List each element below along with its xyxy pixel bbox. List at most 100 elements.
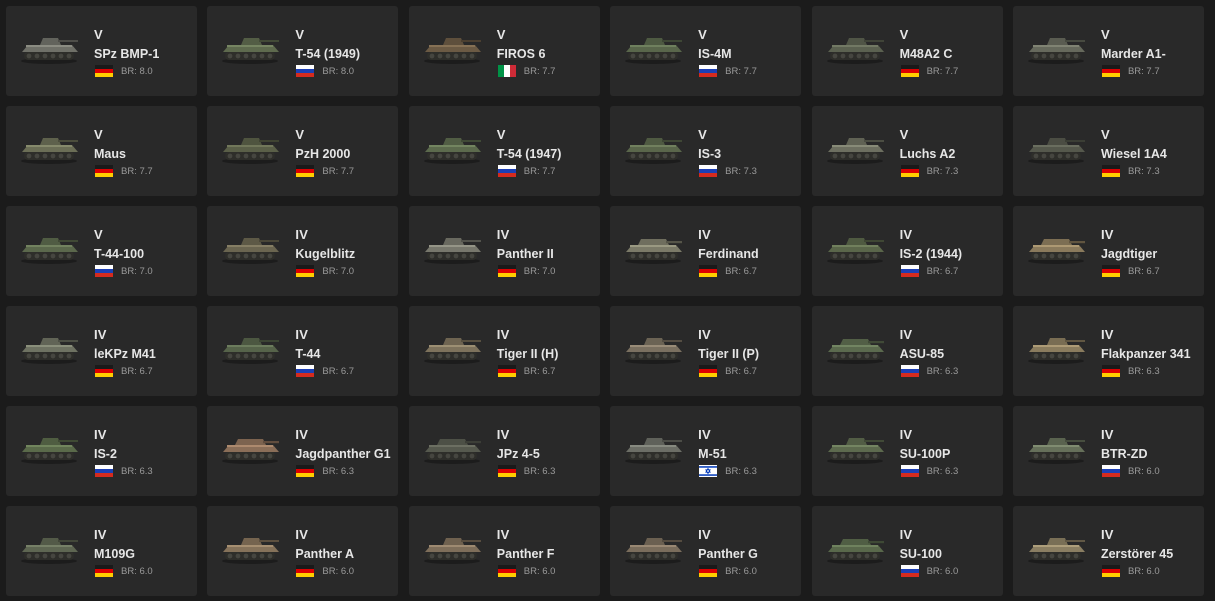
vehicle-card[interactable]: V Maus BR: 7.7 — [6, 106, 197, 196]
tank-icon — [423, 338, 481, 364]
vehicle-name: M-51 — [698, 447, 727, 461]
vehicle-grid: V SPz BMP-1 BR: 8.0 V T-54 (1949) BR: 8.… — [6, 6, 1204, 596]
vehicle-name: IS-4M — [698, 47, 732, 61]
vehicle-card[interactable]: IV Flakpanzer 341 BR: 6.3 — [1012, 306, 1204, 396]
vehicle-card[interactable]: IV Tiger II (H) BR: 6.7 — [408, 306, 600, 396]
tank-icon — [826, 339, 884, 364]
vehicle-card[interactable]: IV IS-2 BR: 6.3 — [6, 406, 197, 496]
vehicle-name: Zerstörer 45 — [1100, 547, 1174, 561]
battle-rating: BR: 7.0 — [523, 266, 556, 277]
vehicle-card[interactable]: IV SU-100P BR: 6.3 — [811, 406, 1003, 496]
battle-rating: BR: 6.3 — [121, 466, 153, 477]
vehicle-name: Jagdtiger — [1100, 247, 1158, 261]
tank-icon — [423, 238, 481, 264]
battle-rating: BR: 7.0 — [322, 266, 355, 277]
vehicle-card[interactable]: IV T-44 BR: 6.7 — [207, 306, 399, 396]
russia-flag-icon — [95, 265, 113, 277]
vehicle-tier: IV — [698, 427, 711, 442]
battle-rating: BR: 8.0 — [121, 66, 153, 77]
russia-flag-icon — [95, 465, 113, 477]
tank-icon — [625, 239, 683, 264]
germany-flag-icon — [296, 165, 315, 177]
vehicle-card[interactable]: IV BTR-ZD BR: 6.0 — [1012, 406, 1204, 496]
vehicle-name: SU-100P — [899, 447, 951, 461]
germany-flag-icon — [95, 65, 113, 77]
battle-rating: BR: 6.3 — [926, 366, 959, 377]
vehicle-name: IS-2 — [94, 447, 117, 461]
vehicle-name: Flakpanzer 341 — [1100, 347, 1191, 361]
russia-flag-icon — [699, 165, 718, 177]
vehicle-card[interactable]: IV M-51 BR: 6.3 — [610, 406, 802, 496]
vehicle-card[interactable]: V IS-4M BR: 7.7 — [610, 6, 802, 96]
vehicle-tier: IV — [295, 227, 309, 242]
vehicle-tier: IV — [295, 327, 309, 342]
vehicle-card[interactable]: IV Ferdinand BR: 6.7 — [610, 206, 802, 296]
vehicle-name: SU-100 — [899, 547, 942, 561]
vehicle-card[interactable]: V IS-3 BR: 7.3 — [610, 106, 802, 196]
vehicle-name: Panther II — [496, 247, 554, 261]
vehicle-tier: IV — [94, 427, 107, 442]
vehicle-card[interactable]: V T-44-100 BR: 7.0 — [6, 206, 197, 296]
tank-icon — [625, 438, 683, 464]
vehicle-name: Tiger II (P) — [698, 347, 760, 361]
battle-rating: BR: 7.3 — [926, 166, 959, 177]
vehicle-name: Wiesel 1A4 — [1100, 147, 1167, 161]
vehicle-tier: IV — [899, 427, 913, 442]
vehicle-card[interactable]: V FIROS 6 BR: 7.7 — [408, 6, 600, 96]
vehicle-card[interactable]: IV Panther F BR: 6.0 — [408, 506, 600, 596]
tank-icon — [222, 538, 280, 564]
vehicle-card[interactable]: IV Jagdtiger BR: 6.7 — [1012, 206, 1204, 296]
vehicle-card[interactable]: V SPz BMP-1 BR: 8.0 — [6, 6, 197, 96]
germany-flag-icon — [900, 65, 919, 77]
vehicle-tier: V — [94, 127, 103, 142]
vehicle-name: M109G — [94, 547, 135, 561]
vehicle-tier: IV — [496, 427, 510, 442]
battle-rating: BR: 7.3 — [725, 166, 757, 177]
tank-icon — [21, 438, 78, 464]
vehicle-card[interactable]: IV Tiger II (P) BR: 6.7 — [610, 306, 802, 396]
vehicle-card[interactable]: IV IS-2 (1944) BR: 6.7 — [811, 206, 1003, 296]
vehicle-card[interactable]: IV Panther A BR: 6.0 — [207, 506, 399, 596]
tank-icon — [222, 238, 280, 264]
vehicle-card[interactable]: IV Panther II BR: 7.0 — [408, 206, 600, 296]
vehicle-tier: V — [899, 127, 909, 142]
germany-flag-icon — [95, 565, 113, 577]
vehicle-card[interactable]: IV Jagdpanther G1 BR: 6.3 — [207, 406, 399, 496]
vehicle-card[interactable]: IV M109G BR: 6.0 — [6, 506, 197, 596]
vehicle-card[interactable]: IV Kugelblitz BR: 7.0 — [207, 206, 399, 296]
battle-rating: BR: 6.7 — [725, 366, 757, 377]
vehicle-card[interactable]: IV Panther G BR: 6.0 — [610, 506, 802, 596]
vehicle-card[interactable]: IV Zerstörer 45 BR: 6.0 — [1012, 506, 1204, 596]
vehicle-card[interactable]: V Marder A1- BR: 7.7 — [1012, 6, 1204, 96]
vehicle-card[interactable]: IV leKPz M41 BR: 6.7 — [6, 306, 197, 396]
tank-icon — [21, 538, 78, 564]
germany-flag-icon — [1101, 565, 1120, 577]
vehicle-card[interactable]: V T-54 (1947) BR: 7.7 — [408, 106, 600, 196]
vehicle-tier: IV — [1100, 227, 1114, 242]
vehicle-card[interactable]: IV JPz 4-5 BR: 6.3 — [408, 406, 600, 496]
battle-rating: BR: 7.3 — [1127, 166, 1160, 177]
tank-icon — [222, 138, 280, 164]
germany-flag-icon — [699, 365, 718, 377]
vehicle-name: M48A2 C — [899, 47, 953, 61]
vehicle-name: leKPz M41 — [94, 347, 156, 361]
tank-icon — [423, 538, 481, 564]
vehicle-card[interactable]: V M48A2 C BR: 7.7 — [811, 6, 1003, 96]
vehicle-tier: IV — [94, 327, 107, 342]
vehicle-tier: IV — [496, 327, 510, 342]
vehicle-card[interactable]: V Wiesel 1A4 BR: 7.3 — [1012, 106, 1204, 196]
vehicle-tier: IV — [295, 527, 309, 542]
vehicle-card[interactable]: V Luchs A2 BR: 7.3 — [811, 106, 1003, 196]
vehicle-tier: V — [698, 127, 708, 142]
tank-icon — [1027, 438, 1085, 464]
russia-flag-icon — [900, 565, 919, 577]
battle-rating: BR: 7.7 — [523, 66, 556, 77]
tank-icon — [423, 439, 481, 464]
vehicle-card[interactable]: V T-54 (1949) BR: 8.0 — [207, 6, 399, 96]
germany-flag-icon — [497, 365, 516, 377]
vehicle-card[interactable]: IV SU-100 BR: 6.0 — [811, 506, 1003, 596]
vehicle-card[interactable]: IV ASU-85 BR: 6.3 — [811, 306, 1003, 396]
germany-flag-icon — [699, 565, 718, 577]
vehicle-card[interactable]: V PzH 2000 BR: 7.7 — [207, 106, 399, 196]
germany-flag-icon — [1101, 165, 1120, 177]
